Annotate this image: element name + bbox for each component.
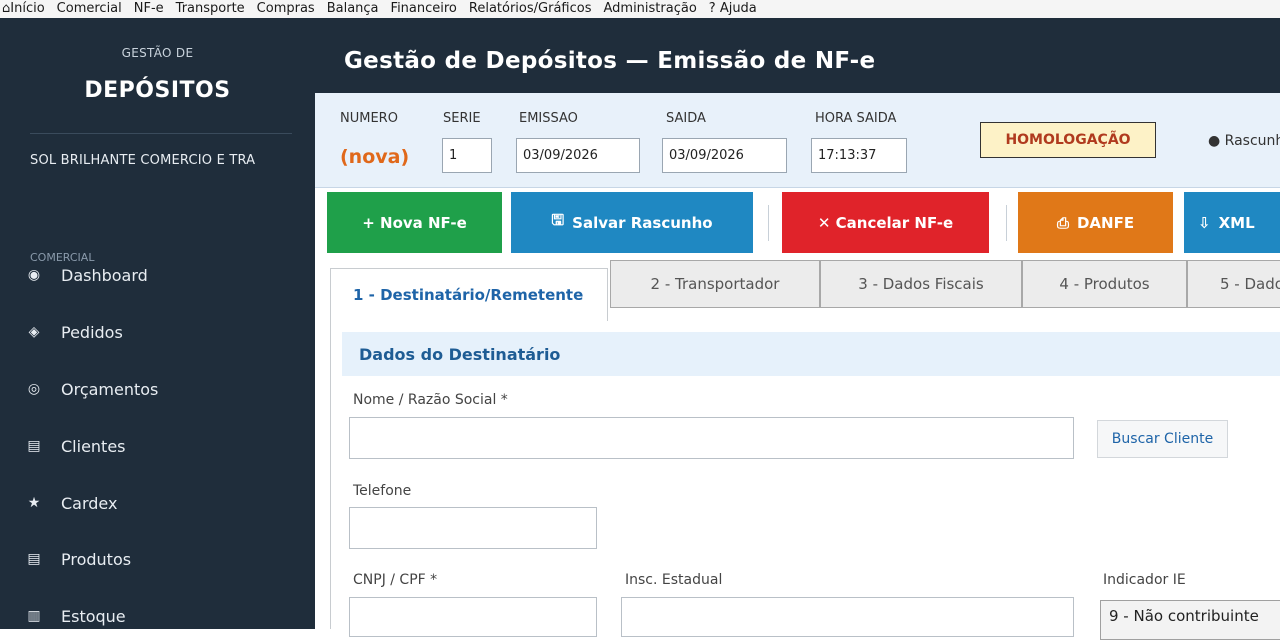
numero-label: NUMERO <box>340 111 398 126</box>
hora-saida-label: HORA SAIDA <box>815 111 897 126</box>
indicador-ie-select[interactable]: 9 - Não contribuinte <box>1100 600 1280 640</box>
printer-icon: ⎙ <box>1056 213 1069 232</box>
sidebar-item-label: Dashboard <box>61 265 148 285</box>
nome-label: Nome / Razão Social * <box>353 392 508 408</box>
toolbar-divider <box>768 205 769 241</box>
menu-bar: ⌂Início Comercial NF-e Transporte Compra… <box>0 0 1280 18</box>
serie-input[interactable]: 1 <box>442 138 492 173</box>
saida-label: SAIDA <box>666 111 706 126</box>
telefone-input[interactable] <box>349 507 597 549</box>
menu-item-transporte[interactable]: Transporte <box>170 0 251 18</box>
cnpj-label: CNPJ / CPF * <box>353 572 438 588</box>
brand-title: DEPÓSITOS <box>84 78 231 103</box>
brand-subtitle: GESTÃO DE <box>121 46 194 60</box>
sidebar-item-estoque[interactable]: ▥ Estoque <box>0 596 315 636</box>
produtos-icon: ▤ <box>27 551 41 567</box>
pedidos-icon: ◈ <box>28 324 40 340</box>
sidebar-item-label: Cardex <box>61 493 118 513</box>
tab-destinatario[interactable]: 1 - Destinatário/Remetente <box>330 268 608 321</box>
buscar-cliente-button[interactable]: Buscar Cliente <box>1097 420 1228 458</box>
toolbar-divider <box>1006 205 1007 241</box>
ie-label: Insc. Estadual <box>625 572 723 588</box>
menu-item-ajuda[interactable]: ? Ajuda <box>703 0 763 18</box>
sidebar-item-dashboard[interactable]: ◉ Dashboard <box>0 255 315 295</box>
numero-value: (nova) <box>340 146 410 168</box>
nome-input[interactable] <box>349 417 1074 459</box>
download-icon: ⇩ <box>1198 213 1211 232</box>
sidebar: GESTÃO DE DEPÓSITOS SOL BRILHANTE COMERC… <box>0 18 315 629</box>
sidebar-item-label: Clientes <box>61 436 126 456</box>
tab-produtos[interactable]: 4 - Produtos <box>1022 260 1187 308</box>
menu-item-relatorios[interactable]: Relatórios/Gráficos <box>463 0 598 18</box>
orcamentos-icon: ◎ <box>27 381 41 397</box>
menu-item-balanca[interactable]: Balança <box>321 0 385 18</box>
sidebar-item-pedidos[interactable]: ◈ Pedidos <box>0 312 315 352</box>
serie-label: SERIE <box>443 111 481 126</box>
sidebar-item-cardex[interactable]: ★ Cardex <box>0 483 315 523</box>
hora-saida-input[interactable]: 17:13:37 <box>811 138 907 173</box>
estoque-icon: ▥ <box>27 608 41 624</box>
tab-dados-fiscais[interactable]: 3 - Dados Fiscais <box>820 260 1022 308</box>
ambiente-badge: HOMOLOGAÇÃO <box>980 122 1156 158</box>
saida-input[interactable]: 03/09/2026 <box>662 138 787 173</box>
sidebar-item-produtos[interactable]: ▤ Produtos <box>0 539 315 579</box>
telefone-label: Telefone <box>353 483 412 499</box>
menu-item-inicio[interactable]: ⌂Início <box>0 0 51 18</box>
sidebar-item-label: Pedidos <box>61 322 123 342</box>
xml-button[interactable]: ⇩ XML <box>1184 192 1280 253</box>
dashboard-icon: ◉ <box>27 267 41 283</box>
tab-dados[interactable]: 5 - Dados <box>1187 260 1280 308</box>
menu-item-financeiro[interactable]: Financeiro <box>385 0 463 18</box>
page-header: Gestão de Depósitos — Emissão de NF-e <box>315 18 1280 93</box>
menu-item-administracao[interactable]: Administração <box>597 0 702 18</box>
danfe-button[interactable]: ⎙ DANFE <box>1018 192 1173 253</box>
star-icon: ★ <box>27 495 41 511</box>
sidebar-item-clientes[interactable]: ▤ Clientes <box>0 426 315 466</box>
company-name: SOL BRILHANTE COMERCIO E TRA <box>30 153 256 168</box>
sidebar-divider <box>30 133 292 134</box>
section-title: Dados do Destinatário <box>342 332 1280 376</box>
sidebar-item-label: Orçamentos <box>61 379 159 399</box>
sidebar-item-orcamentos[interactable]: ◎ Orçamentos <box>0 369 315 409</box>
cancelar-nfe-button[interactable]: ✕ Cancelar NF-e <box>782 192 989 253</box>
menu-item-comercial[interactable]: Comercial <box>51 0 128 18</box>
tab-transportador[interactable]: 2 - Transportador <box>610 260 820 308</box>
ie-input[interactable] <box>621 597 1074 637</box>
indicador-ie-label: Indicador IE <box>1103 572 1186 588</box>
sidebar-item-label: Estoque <box>61 606 126 626</box>
page-title: Gestão de Depósitos — Emissão de NF-e <box>344 48 876 74</box>
menu-item-nfe[interactable]: NF-e <box>128 0 170 18</box>
save-icon: 🖫 <box>551 211 565 229</box>
sidebar-item-label: Produtos <box>61 549 132 569</box>
status-badge: ● Rascunho <box>1208 133 1280 149</box>
clientes-icon: ▤ <box>27 438 41 454</box>
salvar-rascunho-button[interactable]: 🖫 Salvar Rascunho <box>511 192 753 253</box>
menu-item-compras[interactable]: Compras <box>251 0 321 18</box>
emissao-label: EMISSAO <box>519 111 578 126</box>
cnpj-input[interactable] <box>349 597 597 637</box>
nova-nfe-button[interactable]: + Nova NF-e <box>327 192 502 253</box>
emissao-input[interactable]: 03/09/2026 <box>516 138 640 173</box>
